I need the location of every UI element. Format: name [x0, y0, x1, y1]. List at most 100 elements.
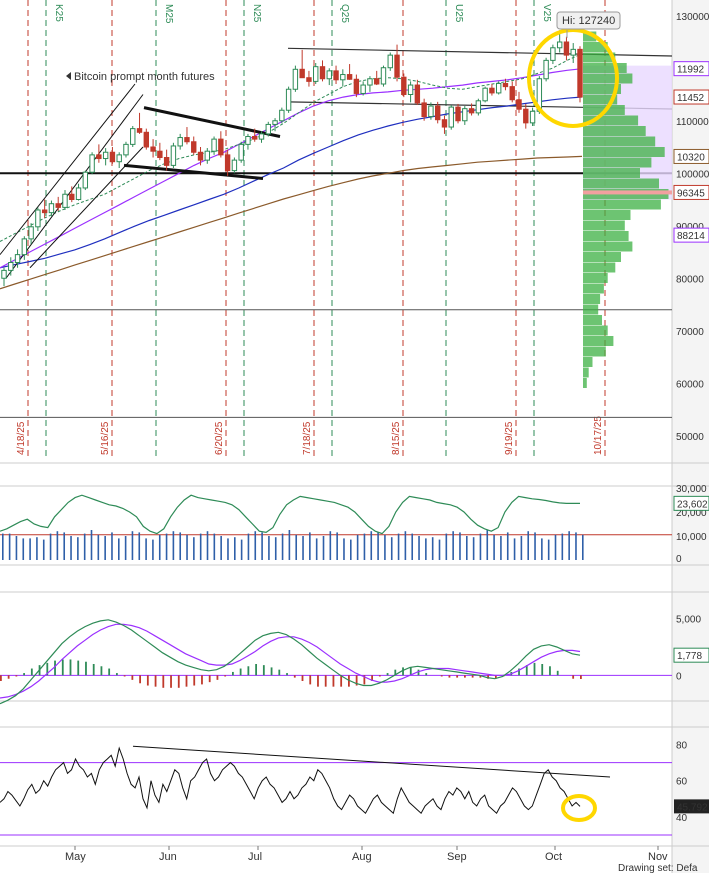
oi-volume-bar — [118, 538, 120, 560]
candle-down — [563, 41, 570, 56]
oi-volume-bar — [336, 532, 338, 560]
macd-histogram-bar — [464, 675, 466, 678]
oi-volume-bar — [356, 534, 359, 560]
oi-volume-bar — [459, 532, 461, 560]
macd-histogram-bar — [580, 675, 582, 679]
macd-histogram-bar — [201, 675, 203, 685]
candle-up — [14, 254, 21, 263]
candle-up — [529, 110, 536, 124]
volume-profile-bar — [583, 241, 633, 252]
expiry-date-label: 5/16/25 — [100, 421, 111, 455]
candle-up — [8, 262, 14, 271]
candle-up — [340, 74, 346, 81]
macd-histogram-bar — [7, 675, 10, 679]
contract-label: M25 — [163, 4, 174, 24]
oi-volume-bar — [500, 536, 502, 560]
oi-volume-bar — [520, 536, 523, 560]
candle-down — [502, 82, 509, 88]
candle-down — [455, 106, 461, 122]
oi-volume-bar — [561, 533, 564, 560]
oi-volume-bar — [472, 537, 475, 560]
oi-volume-bar — [295, 534, 298, 560]
price-tag-label: 11452 — [677, 93, 705, 104]
candle-up — [360, 84, 366, 94]
candle-down — [306, 77, 312, 82]
macd-histogram-bar — [402, 667, 404, 676]
candle-up — [245, 136, 251, 145]
candle-up — [116, 154, 122, 163]
macd-histogram-bar — [216, 675, 219, 680]
candle-down — [69, 193, 75, 200]
macd-histogram-bar — [286, 673, 288, 676]
oi-volume-bar — [83, 533, 86, 560]
oi-volume-bar — [179, 532, 182, 560]
candle-down — [434, 105, 441, 121]
oi-volume-bar — [186, 534, 188, 560]
footer-text: Drawing set: Defa — [618, 863, 698, 873]
candle-down — [157, 150, 163, 158]
month-tick-label: Jun — [159, 851, 177, 863]
candle-down — [224, 154, 231, 172]
volume-profile-bar — [583, 231, 629, 241]
oi-volume-bar — [547, 539, 550, 560]
oi-volume-bar — [104, 536, 106, 560]
price-y-tick-label: 100000 — [676, 169, 709, 180]
candle-down — [577, 48, 583, 98]
oi-volume-bar — [227, 538, 229, 560]
candle-up — [48, 203, 55, 214]
macd-histogram-bar — [146, 675, 149, 686]
candle-up — [204, 150, 210, 161]
macd-histogram-bar — [232, 671, 234, 676]
oi-volume-bar — [309, 532, 311, 560]
macd-histogram-bar — [533, 662, 536, 676]
bitcoin-futures-chart: 5000060000700008000090000100000110000120… — [0, 0, 709, 873]
candle-down — [523, 108, 529, 124]
volume-profile-bar — [583, 168, 640, 178]
oi-volume-bar — [390, 537, 393, 560]
oi-volume-bar — [302, 536, 304, 560]
macd-histogram-bar — [185, 675, 188, 687]
candle-down — [150, 146, 156, 152]
oi-volume-bar — [431, 537, 434, 560]
oi-volume-bar — [288, 530, 291, 560]
oi-volume-bar — [240, 539, 243, 560]
candle-up — [550, 47, 556, 61]
rsi-y-tick-label: 40 — [676, 813, 688, 824]
macd-histogram-bar — [332, 675, 335, 687]
candle-down — [346, 74, 353, 80]
macd-panel-background — [0, 594, 672, 700]
candle-up — [380, 67, 387, 85]
price-y-tick-label: 60000 — [676, 379, 704, 390]
expiry-date-label: 8/15/25 — [391, 421, 402, 455]
candle-down — [509, 86, 515, 101]
volume-profile-bar — [583, 63, 627, 73]
macd-histogram-bar — [340, 675, 343, 687]
candle-up — [407, 84, 414, 96]
candle-down — [109, 151, 116, 163]
chart-annotation: Bitcoin prompt month futures — [74, 71, 215, 83]
macd-histogram-bar — [471, 675, 474, 678]
oi-volume-bar — [363, 533, 366, 560]
oi-volume-bar — [479, 533, 482, 560]
expiry-date-label: 6/20/25 — [214, 421, 225, 455]
volume-profile-bar — [583, 199, 661, 210]
oi-volume-bar — [15, 536, 18, 560]
macd-histogram-bar — [262, 665, 265, 676]
volume-profile-bar — [583, 325, 608, 336]
oi-volume-bar — [493, 534, 495, 560]
oi-volume-bar — [438, 539, 441, 560]
macd-histogram-bar — [270, 667, 273, 676]
oi-volume-bar — [527, 531, 530, 560]
macd-histogram-bar — [549, 666, 551, 676]
point-of-control-line — [583, 190, 672, 195]
oi-volume-bar — [97, 534, 100, 560]
macd-histogram-bar — [293, 675, 296, 678]
oi-volume-bar — [138, 532, 141, 560]
macd-histogram-bar — [123, 675, 126, 677]
expiry-date-label: 10/17/25 — [593, 416, 604, 455]
macd-histogram-bar — [309, 675, 312, 685]
volume-profile-bar — [583, 147, 665, 157]
candle-down — [136, 128, 143, 133]
oi-volume-bar — [206, 531, 209, 560]
macd-histogram-bar — [116, 673, 118, 676]
